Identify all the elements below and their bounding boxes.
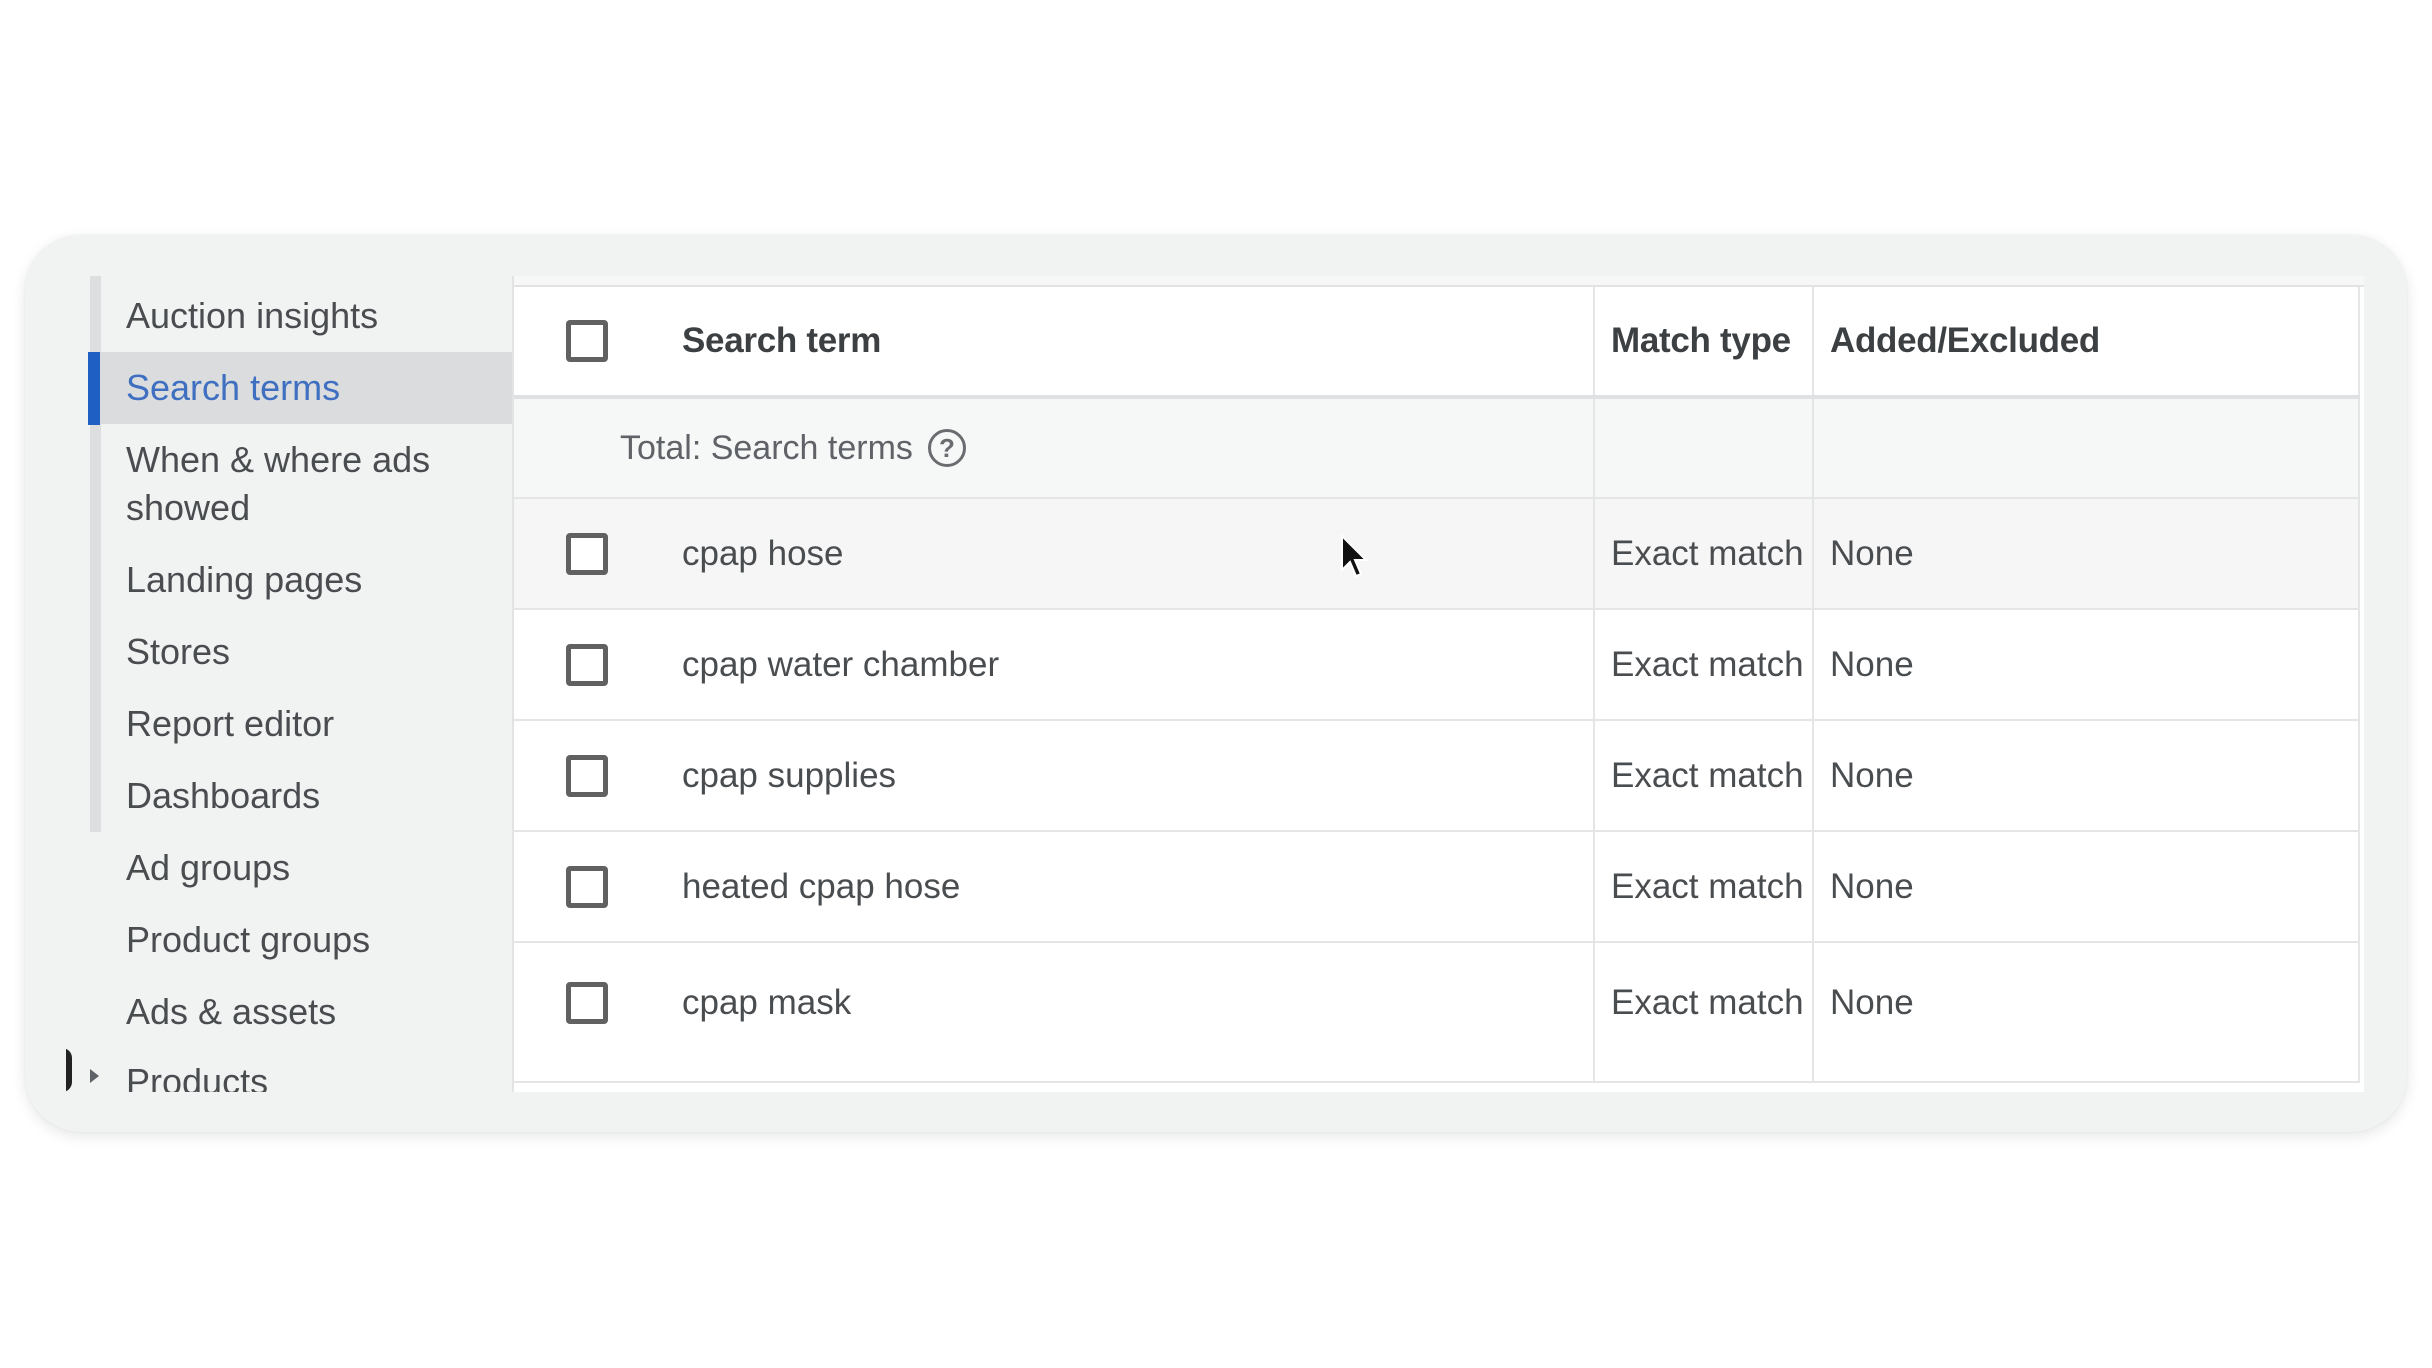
overlay-edge <box>66 1048 72 1092</box>
added-excluded-cell: None <box>1812 610 2360 719</box>
table-row[interactable]: cpap supplies Exact match None <box>514 721 2360 832</box>
total-cell: Total: Search terms ? <box>514 399 1593 497</box>
added-excluded-text: None <box>1830 983 1914 1022</box>
row-checkbox[interactable] <box>566 643 608 686</box>
added-excluded-text: None <box>1830 533 1914 573</box>
match-type-text: Exact match <box>1611 755 1804 795</box>
sidebar-nav: Auction insights Search terms When & whe… <box>66 276 512 1092</box>
row-checkbox[interactable] <box>566 532 608 575</box>
search-terms-table: Search term Match type Added/Excluded To… <box>512 276 2364 1092</box>
search-term-text: cpap mask <box>682 983 852 1022</box>
search-term-text: cpap supplies <box>682 755 897 795</box>
added-excluded-cell: None <box>1812 499 2360 608</box>
total-label: Total: Search terms <box>620 428 913 467</box>
added-excluded-text: None <box>1830 644 1914 684</box>
sidebar-item-ads-assets[interactable]: Ads & assets <box>100 988 512 1036</box>
total-row: Total: Search terms ? <box>514 399 2360 499</box>
sidebar-item-search-terms[interactable]: Search terms <box>100 352 512 424</box>
mouse-cursor-icon <box>1341 534 1369 578</box>
row-checkbox[interactable] <box>566 982 608 1024</box>
added-excluded-cell: None <box>1812 832 2360 941</box>
table-row[interactable]: cpap water chamber Exact match None <box>514 610 2360 721</box>
search-term-text: cpap water chamber <box>682 644 1000 684</box>
sidebar-item-auction-insights[interactable]: Auction insights <box>100 292 512 340</box>
sidebar-item-product-groups[interactable]: Product groups <box>100 916 512 964</box>
match-type-cell: Exact match <box>1593 610 1812 719</box>
total-match-cell <box>1593 399 1812 497</box>
added-excluded-cell: None <box>1812 721 2360 830</box>
sidebar-item-stores[interactable]: Stores <box>100 628 512 676</box>
active-indicator <box>88 352 100 425</box>
row-checkbox[interactable] <box>566 865 608 908</box>
match-type-text: Exact match <box>1611 866 1804 906</box>
column-header-search-term[interactable]: Search term <box>682 321 881 361</box>
term-cell: heated cpap hose <box>514 832 1593 941</box>
expand-arrow-icon[interactable] <box>90 1069 99 1083</box>
help-circle-icon[interactable]: ? <box>928 429 966 467</box>
term-cell: cpap water chamber <box>514 610 1593 719</box>
added-excluded-text: None <box>1830 755 1914 795</box>
column-header-added-excluded[interactable]: Added/Excluded <box>1830 321 2100 361</box>
added-excluded-cell: None <box>1812 943 2360 1081</box>
match-type-cell: Exact match <box>1593 943 1812 1081</box>
match-type-text: Exact match <box>1611 983 1804 1022</box>
term-cell: cpap supplies <box>514 721 1593 830</box>
header-cell-match-type: Match type <box>1593 287 1812 395</box>
match-type-text: Exact match <box>1611 644 1804 684</box>
sidebar-item-ad-groups[interactable]: Ad groups <box>100 844 512 892</box>
search-term-text: heated cpap hose <box>682 866 961 906</box>
table-row[interactable]: cpap hose Exact match None <box>514 499 2360 610</box>
sidebar-item-when-where-ads-showed[interactable]: When & where ads showed <box>100 436 512 532</box>
table-row[interactable]: heated cpap hose Exact match None <box>514 832 2360 943</box>
row-checkbox[interactable] <box>566 754 608 797</box>
match-type-cell: Exact match <box>1593 499 1812 608</box>
sidebar-item-dashboards[interactable]: Dashboards <box>100 772 512 820</box>
header-cell-added-excluded: Added/Excluded <box>1812 287 2360 395</box>
column-header-match-type[interactable]: Match type <box>1611 321 1791 361</box>
added-excluded-text: None <box>1830 866 1914 906</box>
table-top-strip <box>514 276 2364 287</box>
header-cell-search-term: Search term <box>514 287 1593 395</box>
select-all-checkbox[interactable] <box>566 320 608 362</box>
table-header-row: Search term Match type Added/Excluded <box>514 287 2360 399</box>
report-viewport: Auction insights Search terms When & whe… <box>66 276 2366 1092</box>
sidebar-item-products[interactable]: Products <box>100 1058 512 1092</box>
match-type-cell: Exact match <box>1593 721 1812 830</box>
term-cell: cpap hose <box>514 499 1593 608</box>
total-added-cell <box>1812 399 2360 497</box>
match-type-cell: Exact match <box>1593 832 1812 941</box>
term-cell: cpap mask <box>514 943 1593 1083</box>
sidebar-item-report-editor[interactable]: Report editor <box>100 700 512 748</box>
match-type-text: Exact match <box>1611 533 1804 573</box>
search-term-text: cpap hose <box>682 533 844 573</box>
sidebar-item-landing-pages[interactable]: Landing pages <box>100 556 512 604</box>
table-row[interactable]: cpap mask Exact match None <box>514 943 2360 1083</box>
